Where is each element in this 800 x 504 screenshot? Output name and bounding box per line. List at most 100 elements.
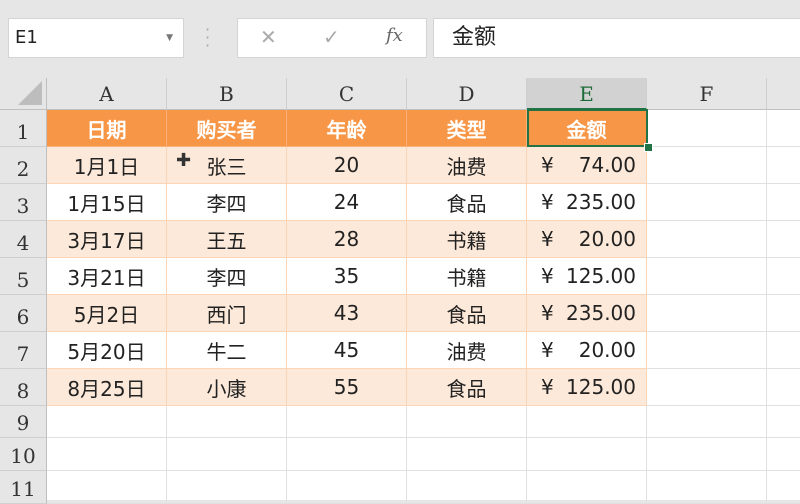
data-cell[interactable]: 28 — [287, 221, 407, 258]
cell[interactable] — [647, 295, 767, 332]
data-cell[interactable]: 小康 — [167, 369, 287, 406]
spreadsheet-grid[interactable]: A B C D E F 1 2 3 4 5 6 7 8 9 10 11 日期 购买者 年龄 类型 金额 1月1日 张三 20 油费… — [0, 78, 800, 504]
data-cell[interactable]: 3月17日 — [47, 221, 167, 258]
fx-icon[interactable]: fx — [386, 25, 403, 46]
data-cell[interactable]: 牛二 — [167, 332, 287, 369]
data-cell[interactable]: 43 — [287, 295, 407, 332]
header-cell[interactable]: 购买者 — [167, 110, 287, 147]
column-header-a[interactable]: A — [47, 78, 167, 110]
header-cell[interactable]: 年龄 — [287, 110, 407, 147]
data-cell[interactable]: 5月2日 — [47, 295, 167, 332]
header-cell[interactable]: 日期 — [47, 110, 167, 147]
cell[interactable] — [647, 147, 767, 184]
data-cell[interactable]: 李四 — [167, 258, 287, 295]
cell[interactable] — [767, 406, 800, 438]
data-cell[interactable]: 书籍 — [407, 221, 527, 258]
column-header-c[interactable]: C — [287, 78, 407, 110]
data-cell[interactable]: 书籍 — [407, 258, 527, 295]
cell[interactable] — [767, 438, 800, 471]
header-cell[interactable]: 金额 — [527, 110, 647, 147]
chevron-down-icon[interactable]: ▼ — [166, 19, 173, 57]
cell[interactable] — [647, 369, 767, 406]
data-cell[interactable]: 食品 — [407, 295, 527, 332]
cell[interactable] — [767, 332, 800, 369]
check-icon[interactable]: ✓ — [323, 25, 340, 49]
cell[interactable] — [767, 471, 800, 504]
cell[interactable] — [647, 471, 767, 504]
cell[interactable] — [407, 438, 527, 471]
cell[interactable] — [527, 406, 647, 438]
data-cell[interactable]: ¥74.00 — [527, 147, 647, 184]
data-cell[interactable]: 王五 — [167, 221, 287, 258]
data-cell[interactable]: 1月15日 — [47, 184, 167, 221]
row-header-10[interactable]: 10 — [0, 438, 47, 471]
row-header-11[interactable]: 11 — [0, 471, 47, 504]
cell[interactable] — [767, 295, 800, 332]
row-header-4[interactable]: 4 — [0, 221, 47, 258]
cell[interactable] — [167, 438, 287, 471]
cell[interactable] — [407, 406, 527, 438]
cell[interactable] — [647, 438, 767, 471]
data-cell[interactable]: 食品 — [407, 369, 527, 406]
cell[interactable] — [647, 406, 767, 438]
cell[interactable] — [47, 438, 167, 471]
cell[interactable] — [647, 221, 767, 258]
data-cell[interactable]: ¥125.00 — [527, 369, 647, 406]
header-cell[interactable]: 类型 — [407, 110, 527, 147]
row-header-9[interactable]: 9 — [0, 406, 47, 438]
data-cell[interactable]: 55 — [287, 369, 407, 406]
cell[interactable] — [47, 406, 167, 438]
data-cell[interactable]: 20 — [287, 147, 407, 184]
cell[interactable] — [647, 332, 767, 369]
cell[interactable] — [167, 471, 287, 504]
data-cell[interactable]: 24 — [287, 184, 407, 221]
column-header-extra[interactable] — [767, 78, 800, 110]
cell[interactable] — [767, 110, 800, 147]
cell[interactable] — [287, 438, 407, 471]
data-cell[interactable]: 35 — [287, 258, 407, 295]
data-cell[interactable]: 5月20日 — [47, 332, 167, 369]
row-header-8[interactable]: 8 — [0, 369, 47, 406]
column-header-e[interactable]: E — [527, 78, 647, 110]
cell[interactable] — [647, 184, 767, 221]
data-cell[interactable]: 3月21日 — [47, 258, 167, 295]
cell[interactable] — [767, 369, 800, 406]
cell[interactable] — [407, 471, 527, 504]
cell[interactable] — [767, 147, 800, 184]
cell[interactable] — [287, 406, 407, 438]
data-cell[interactable]: 1月1日 — [47, 147, 167, 184]
data-cell[interactable]: 45 — [287, 332, 407, 369]
column-header-d[interactable]: D — [407, 78, 527, 110]
formula-bar-input[interactable]: 金额 — [433, 18, 800, 58]
cell[interactable] — [647, 110, 767, 147]
cell[interactable] — [767, 258, 800, 295]
cell[interactable] — [647, 258, 767, 295]
cell[interactable] — [767, 184, 800, 221]
row-header-6[interactable]: 6 — [0, 295, 47, 332]
column-header-b[interactable]: B — [167, 78, 287, 110]
drag-handle-icon[interactable]: · · · — [205, 22, 210, 54]
name-box[interactable]: E1 ▼ — [8, 18, 184, 58]
data-cell[interactable]: 食品 — [407, 184, 527, 221]
data-cell[interactable]: ¥20.00 — [527, 221, 647, 258]
cell[interactable] — [527, 438, 647, 471]
cell[interactable] — [47, 471, 167, 504]
data-cell[interactable]: 8月25日 — [47, 369, 167, 406]
data-cell[interactable]: ¥20.00 — [527, 332, 647, 369]
data-cell[interactable]: ¥235.00 — [527, 295, 647, 332]
data-cell[interactable]: 油费 — [407, 147, 527, 184]
cell[interactable] — [767, 221, 800, 258]
row-header-2[interactable]: 2 — [0, 147, 47, 184]
fill-handle[interactable] — [644, 143, 653, 152]
select-all-button[interactable] — [0, 78, 47, 110]
data-cell[interactable]: 西门 — [167, 295, 287, 332]
data-cell[interactable]: ¥125.00 — [527, 258, 647, 295]
cancel-icon[interactable]: ✕ — [260, 25, 277, 49]
row-header-7[interactable]: 7 — [0, 332, 47, 369]
row-header-5[interactable]: 5 — [0, 258, 47, 295]
data-cell[interactable]: 李四 — [167, 184, 287, 221]
row-header-1[interactable]: 1 — [0, 110, 47, 147]
column-header-f[interactable]: F — [647, 78, 767, 110]
data-cell[interactable]: 油费 — [407, 332, 527, 369]
row-header-3[interactable]: 3 — [0, 184, 47, 221]
